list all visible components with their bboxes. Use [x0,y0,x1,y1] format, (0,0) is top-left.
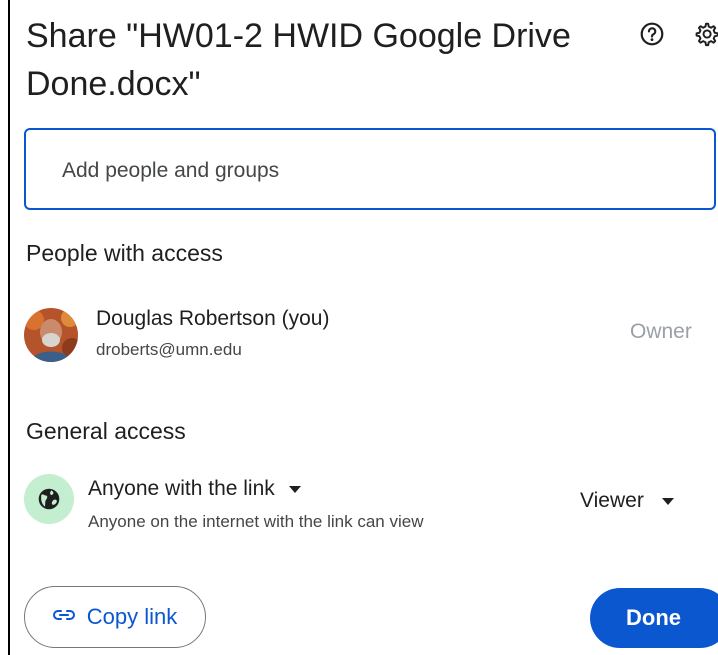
dialog-title: Share "HW01-2 HWID Google Drive Done.doc… [26,17,571,103]
people-with-access-heading: People with access [26,240,223,266]
dropdown-caret-icon [288,485,301,493]
general-access-description: Anyone on the internet with the link can… [88,512,424,531]
add-people-input[interactable] [60,154,664,188]
link-icon [52,608,75,626]
globe-icon [24,474,74,524]
link-role-dropdown[interactable]: Viewer [580,486,674,516]
copy-link-label: Copy link [86,604,178,629]
person-email: droberts@umn.edu [96,340,242,359]
link-role-label: Viewer [580,489,644,512]
owner-role-label: Owner [630,320,692,343]
done-button[interactable]: Done [590,588,718,648]
general-access-setting: Anyone with the link [88,477,275,500]
done-label: Done [626,605,681,630]
window-border [8,0,10,655]
help-circle-icon[interactable] [638,20,666,48]
avatar [24,308,78,362]
copy-link-button[interactable]: Copy link [24,586,206,648]
gear-icon[interactable] [692,20,718,48]
general-access-dropdown[interactable]: Anyone with the link [88,474,301,504]
dropdown-caret-icon [661,497,674,505]
add-people-field[interactable] [24,128,716,210]
person-name: Douglas Robertson (you) [96,307,330,330]
general-access-heading: General access [26,418,186,444]
